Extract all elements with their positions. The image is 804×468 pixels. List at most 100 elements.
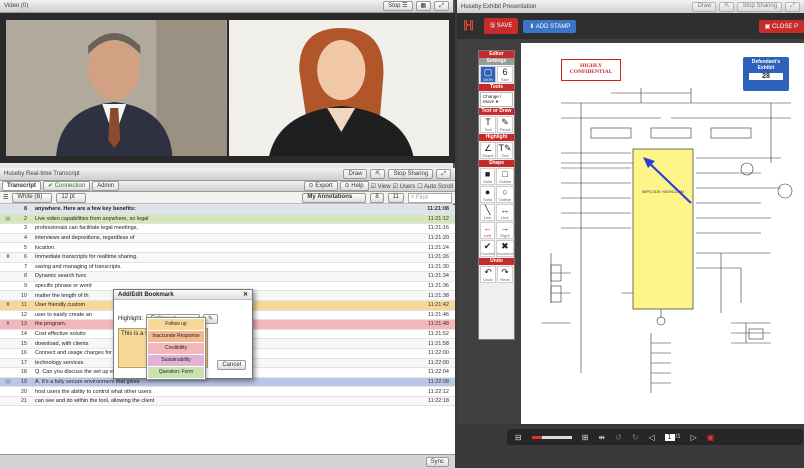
expand-icon[interactable]: ⤢ — [436, 169, 451, 179]
transcript-row[interactable]: 8 Dynamic search func 11:21:34 — [0, 272, 455, 282]
row-marker-icon[interactable]: ♜ — [0, 302, 16, 308]
line-number: 4 — [23, 235, 27, 242]
pencil-tool[interactable]: ✎ Pencil — [497, 116, 513, 133]
transcript-row[interactable]: ▤ 19 A. It's a fully secure environment th… — [0, 377, 455, 388]
theme-select[interactable]: White (B) — [12, 192, 53, 203]
video-participant-1[interactable] — [6, 20, 227, 156]
add-stamp-button[interactable]: ⬇ ADD STAMP — [523, 19, 577, 33]
check-tool[interactable]: ✔ Correct — [480, 240, 496, 257]
video-title: Video (0) — [4, 3, 29, 9]
transcript-row[interactable]: ♜ 6 Immediate transcripts for realtime sha… — [0, 252, 455, 263]
transcript-row[interactable]: 21 can see and do within the tool, allowi… — [0, 396, 455, 407]
transcript-row[interactable]: 4 interviews and depositions, regardless … — [0, 233, 455, 244]
transcript-row[interactable]: 3 professionals can facilitate legal meet… — [0, 224, 455, 234]
close-document-icon[interactable]: ▣ — [707, 433, 715, 442]
video-participant-2[interactable] — [228, 20, 449, 156]
row-marker-icon[interactable]: ♜ — [0, 254, 16, 260]
line-number: 8 — [23, 273, 27, 280]
transcript-row[interactable]: 8 anywhere. Here are a few key benefits: 1… — [0, 205, 455, 215]
transcript-row[interactable]: 7 saving and managing of transcripts. 11:2… — [0, 263, 455, 273]
highlight-option[interactable]: Sustainability — [148, 355, 204, 366]
row-marker-icon[interactable]: ▤ — [0, 216, 16, 222]
filled-circle-tool[interactable]: ● Solid — [480, 186, 496, 203]
undo-button[interactable]: ↶ Undo — [480, 266, 496, 283]
expand-icon[interactable]: ⤢ — [434, 1, 449, 11]
color-swatch[interactable]: ▢ 100% — [480, 66, 496, 83]
highlight-option[interactable]: Credibility — [148, 343, 204, 354]
text-tool[interactable]: T Text — [480, 116, 496, 133]
expand-icon[interactable]: ⤢ — [785, 1, 800, 12]
autoscroll-checkbox[interactable]: ☐ Auto Scroll — [417, 183, 453, 190]
change-move-select[interactable]: Change / Move ➤ — [480, 92, 513, 107]
rotate-right-icon[interactable]: ↻ — [632, 433, 639, 442]
find-input[interactable]: ⌕ Find — [408, 192, 452, 203]
share-icon[interactable]: ⇱ — [719, 1, 735, 12]
export-button[interactable]: ⊙ Export — [303, 181, 338, 191]
settings-header: Settings — [479, 58, 514, 65]
transcript-row[interactable]: 5 location. 11:21:24 — [0, 243, 455, 253]
view-checkbox[interactable]: ☑ View — [371, 183, 391, 190]
row-marker-icon[interactable]: ♜ — [0, 321, 16, 327]
page-input[interactable]: 1 — [664, 433, 675, 441]
line-number: 2 — [23, 215, 27, 222]
left-arrow-tool[interactable]: ← Left — [480, 222, 496, 239]
prev-page-icon[interactable]: ◁ — [649, 433, 655, 442]
zoom-out-icon[interactable]: ⊟ — [515, 433, 522, 442]
zoom-slider[interactable] — [531, 435, 572, 439]
draw-button[interactable]: Draw — [692, 1, 717, 12]
dialog-title: Add/Edit Bookmark — [118, 291, 174, 298]
tab-transcript[interactable]: Transcript — [2, 181, 42, 191]
text-highlight-tool[interactable]: T✎ Text — [497, 142, 513, 159]
share-icon[interactable]: ⇱ — [370, 169, 386, 179]
redo-button[interactable]: ↷ Redo — [497, 266, 513, 283]
transcript-row[interactable]: 20 host users the ability to control what… — [0, 387, 455, 397]
filled-circle-icon: ● — [484, 187, 491, 197]
next-page-icon[interactable]: ▷ — [691, 433, 697, 442]
line-input[interactable]: 11 — [387, 192, 404, 203]
row-marker-icon[interactable]: ▤ — [0, 379, 16, 385]
line-tool[interactable]: ╲ Line — [480, 204, 496, 221]
font-size-select[interactable]: 12 pt — [56, 192, 87, 203]
size-stepper[interactable]: 6 Size — [497, 66, 513, 83]
sync-button[interactable]: Sync — [425, 457, 449, 467]
line-text: Live video capabilities from anywhere, s… — [35, 215, 149, 222]
save-button[interactable]: 🖫 SAVE — [484, 18, 519, 34]
video-stop-button[interactable]: Stop ☰ — [383, 1, 413, 11]
exhibit-document[interactable]: HIGHLY CONFIDENTIAL Defendant's Exhibit … — [521, 43, 804, 424]
close-icon[interactable]: ✕ — [243, 291, 248, 298]
outline-circle-tool[interactable]: ○ Outline — [496, 186, 514, 203]
draw-button[interactable]: Draw — [343, 169, 368, 179]
cancel-button[interactable]: Cancel — [217, 360, 246, 370]
pencil-icon: ✎ — [501, 117, 509, 127]
stop-sharing-button[interactable]: Stop Sharing — [737, 1, 783, 12]
search-icon: ⌕ — [411, 194, 415, 200]
cross-tool[interactable]: ✖ Incorrect — [496, 240, 514, 257]
zoom-in-icon[interactable]: ⊞ — [582, 433, 589, 442]
close-presentation-button[interactable]: ▣ CLOSE P — [758, 19, 804, 33]
right-arrow-tool[interactable]: → Right — [496, 222, 514, 239]
page-input[interactable]: 8 — [370, 192, 384, 203]
filled-rect-tool[interactable]: ■ Solid — [480, 168, 496, 185]
highlight-option[interactable]: Question: Form — [148, 367, 204, 378]
rotate-left-icon[interactable]: ↺ — [615, 433, 622, 442]
help-button[interactable]: ⊙ Help — [339, 181, 369, 191]
line-number: 15 — [20, 340, 27, 347]
line-text: saving and managing of transcripts. — [35, 263, 122, 270]
highlight-option[interactable]: Follow up — [148, 319, 204, 330]
highlight-option[interactable]: Inaccurate Response — [148, 331, 204, 342]
outline-rect-tool[interactable]: □ Outline — [496, 168, 514, 185]
line-highlight-tool[interactable]: ∠ Shape — [480, 142, 496, 159]
transcript-toolbar: ☰ White (B) 12 pt My Annotations 8 11 ⌕ … — [0, 192, 455, 204]
tab-connection[interactable]: ✔ Connection — [43, 181, 91, 191]
page-total: /1 — [675, 434, 681, 440]
annotations-filter[interactable]: My Annotations — [302, 192, 367, 203]
transcript-row[interactable]: ▤ 2 Live video capabilities from anywhere,… — [0, 214, 455, 225]
tab-admin[interactable]: Admin — [92, 181, 120, 191]
users-checkbox[interactable]: ☑ Users — [393, 183, 416, 190]
stop-sharing-button[interactable]: Stop Sharing — [388, 169, 434, 179]
list-view-icon[interactable]: ☰ — [3, 194, 8, 201]
layout-grid-icon[interactable]: ▦ — [415, 1, 432, 11]
double-arrow-tool[interactable]: ↔ Line — [496, 204, 514, 221]
fit-width-icon[interactable]: ⇹ — [598, 433, 605, 442]
line-icon: ∠ — [483, 143, 493, 153]
